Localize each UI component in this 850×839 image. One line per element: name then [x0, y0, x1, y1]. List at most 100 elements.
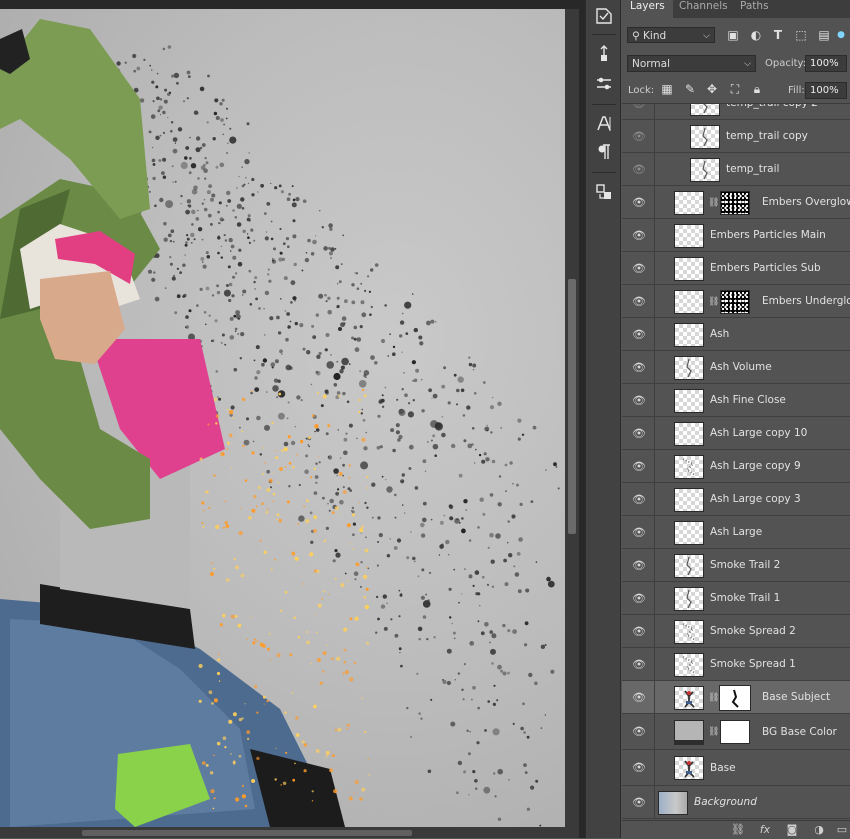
character-icon[interactable] [592, 112, 616, 136]
add-mask-icon[interactable]: ◙ [784, 823, 800, 837]
visibility-eye-icon[interactable]: 👁︎ [632, 796, 646, 810]
layer-row[interactable]: 👁︎ ⛓ BG Base Color [622, 714, 850, 750]
link-layers-icon[interactable]: ⛓ [730, 823, 746, 837]
shape-filter-icon[interactable]: ⬚ [794, 28, 808, 42]
fx-icon[interactable]: fx [757, 823, 773, 837]
layer-row[interactable]: 👁︎ Ash Large copy 9 [622, 450, 850, 483]
new-adjustment-icon[interactable]: ◑ [811, 823, 827, 837]
new-group-icon[interactable]: ▭ [834, 823, 850, 837]
ash-particle [197, 209, 199, 212]
visibility-eye-icon[interactable]: 👁︎ [632, 559, 646, 573]
lock-image-pixels-icon[interactable]: ✎ [683, 82, 697, 96]
smart-object-filter-icon[interactable]: ▤ [817, 28, 831, 42]
mask-link-icon[interactable]: ⛓ [708, 296, 719, 308]
tab-layers[interactable]: Layers [622, 0, 673, 18]
ember-spark [209, 571, 215, 577]
visibility-eye-icon[interactable]: 👁︎ [632, 328, 646, 342]
lock-position-icon[interactable]: ✥ [705, 82, 719, 96]
ember-spark [215, 422, 218, 425]
layer-row[interactable]: 👁︎ Smoke Spread 1 [622, 648, 850, 681]
mask-link-icon[interactable]: ⛓ [708, 726, 719, 738]
layer-row[interactable]: 👁︎ Smoke Trail 2 [622, 549, 850, 582]
visibility-eye-icon[interactable]: 👁︎ [632, 526, 646, 540]
adjustments-icon[interactable] [592, 72, 616, 96]
type-filter-icon[interactable]: T [771, 28, 785, 42]
ash-particle [186, 199, 192, 204]
visibility-eye-icon[interactable]: 👁︎ [632, 394, 646, 408]
visibility-eye-icon[interactable]: 👁︎ [632, 130, 646, 144]
layer-row[interactable]: 👁︎ Ash [622, 318, 850, 351]
visibility-eye-icon[interactable]: 👁︎ [632, 295, 646, 309]
layer-mask-thumbnail[interactable] [720, 190, 750, 215]
ash-particle [276, 315, 280, 320]
layer-row[interactable]: 👁︎ Ash Large copy 10 [622, 417, 850, 450]
kind-filter-select[interactable]: ⚲ Kind ⌵ [627, 27, 715, 43]
horizontal-scroll-thumb[interactable] [82, 830, 412, 836]
filter-toggle-icon[interactable]: ● [836, 28, 846, 42]
search-icon: ⚲ [632, 30, 640, 42]
adjustment-filter-icon[interactable]: ◐ [749, 28, 763, 42]
visibility-eye-icon[interactable]: 👁︎ [632, 493, 646, 507]
tab-channels[interactable]: Channels [671, 0, 736, 18]
layer-row[interactable]: 👁︎ ⛓ Embers Underglow [622, 285, 850, 318]
lock-transparent-pixels-icon[interactable]: ▦ [660, 82, 674, 96]
visibility-eye-icon[interactable]: 👁︎ [632, 229, 646, 243]
layer-row[interactable]: 👁︎ temp_trail copy [622, 120, 850, 153]
lock-all-icon[interactable]: 🔒︎ [750, 82, 764, 96]
visibility-eye-icon[interactable]: 👁︎ [632, 460, 646, 474]
visibility-eye-icon[interactable]: 👁︎ [632, 196, 646, 210]
vertical-scroll-thumb[interactable] [568, 279, 576, 534]
image-filter-icon[interactable]: ▣ [726, 28, 740, 42]
ember-spark [272, 472, 274, 474]
layer-row[interactable]: 👁︎ Smoke Trail 1 [622, 582, 850, 615]
layer-mask-thumbnail[interactable] [720, 289, 750, 314]
visibility-eye-icon[interactable]: 👁︎ [632, 427, 646, 441]
blend-mode-select[interactable]: Normal ⌵ [627, 55, 756, 72]
layer-row[interactable]: 👁︎ temp_trail copy 2 [622, 104, 850, 120]
ember-spark [284, 465, 287, 468]
layer-row[interactable]: 👁︎ ⛓ Base Subject [622, 681, 850, 714]
layer-row[interactable]: 👁︎ Embers Particles Main [622, 219, 850, 252]
properties-icon[interactable] [592, 4, 616, 28]
ash-particle [292, 198, 296, 202]
artboard-lock-icon[interactable]: ⛶ [728, 82, 742, 96]
visibility-eye-icon[interactable]: 👁︎ [632, 761, 646, 775]
layer-row[interactable]: 👁︎ temp_trail [622, 153, 850, 186]
visibility-eye-icon[interactable]: 👁︎ [632, 104, 646, 111]
visibility-eye-icon[interactable]: 👁︎ [632, 262, 646, 276]
paragraph-icon[interactable] [592, 140, 616, 164]
layer-row[interactable]: 👁︎ Ash Large copy 3 [622, 483, 850, 516]
layer-row[interactable]: 👁︎ Background [622, 786, 850, 819]
visibility-eye-icon[interactable]: 👁︎ [632, 725, 646, 739]
mask-link-icon[interactable]: ⛓ [708, 692, 719, 704]
layer-row[interactable]: 👁︎ Base [622, 750, 850, 786]
layer-row[interactable]: 👁︎ Ash Large [622, 516, 850, 549]
tab-paths[interactable]: Paths [732, 0, 777, 18]
layer-mask-thumbnail[interactable] [719, 684, 751, 711]
horizontal-scrollbar[interactable] [0, 827, 579, 838]
visibility-eye-icon[interactable]: 👁︎ [632, 163, 646, 177]
visibility-eye-icon[interactable]: 👁︎ [632, 592, 646, 606]
visibility-eye-icon[interactable]: 👁︎ [632, 658, 646, 672]
layer-row[interactable]: 👁︎ Embers Particles Sub [622, 252, 850, 285]
ash-particle [401, 388, 404, 391]
visibility-eye-icon[interactable]: 👁︎ [632, 361, 646, 375]
brush-presets-icon[interactable] [592, 42, 616, 66]
image-canvas[interactable] [0, 9, 565, 827]
layer-row[interactable]: 👁︎ Ash Volume [622, 351, 850, 384]
clone-source-icon[interactable] [592, 180, 616, 204]
visibility-eye-icon[interactable]: 👁︎ [632, 625, 646, 639]
opacity-field[interactable]: 100% [805, 55, 847, 72]
ash-particle [399, 652, 401, 654]
layer-row[interactable]: 👁︎ ⛓ Embers Overglow [622, 186, 850, 219]
visibility-eye-icon[interactable]: 👁︎ [632, 691, 646, 705]
layer-row[interactable]: 👁︎ Smoke Spread 2 [622, 615, 850, 648]
mask-link-icon[interactable]: ⛓ [708, 197, 719, 209]
ember-spark [329, 768, 333, 773]
ember-spark [213, 474, 216, 477]
ash-particle [506, 541, 509, 544]
fill-field[interactable]: 100% [805, 82, 847, 99]
layer-mask-thumbnail[interactable] [720, 720, 750, 744]
vertical-scrollbar[interactable] [565, 9, 579, 827]
layer-row[interactable]: 👁︎ Ash Fine Close [622, 384, 850, 417]
